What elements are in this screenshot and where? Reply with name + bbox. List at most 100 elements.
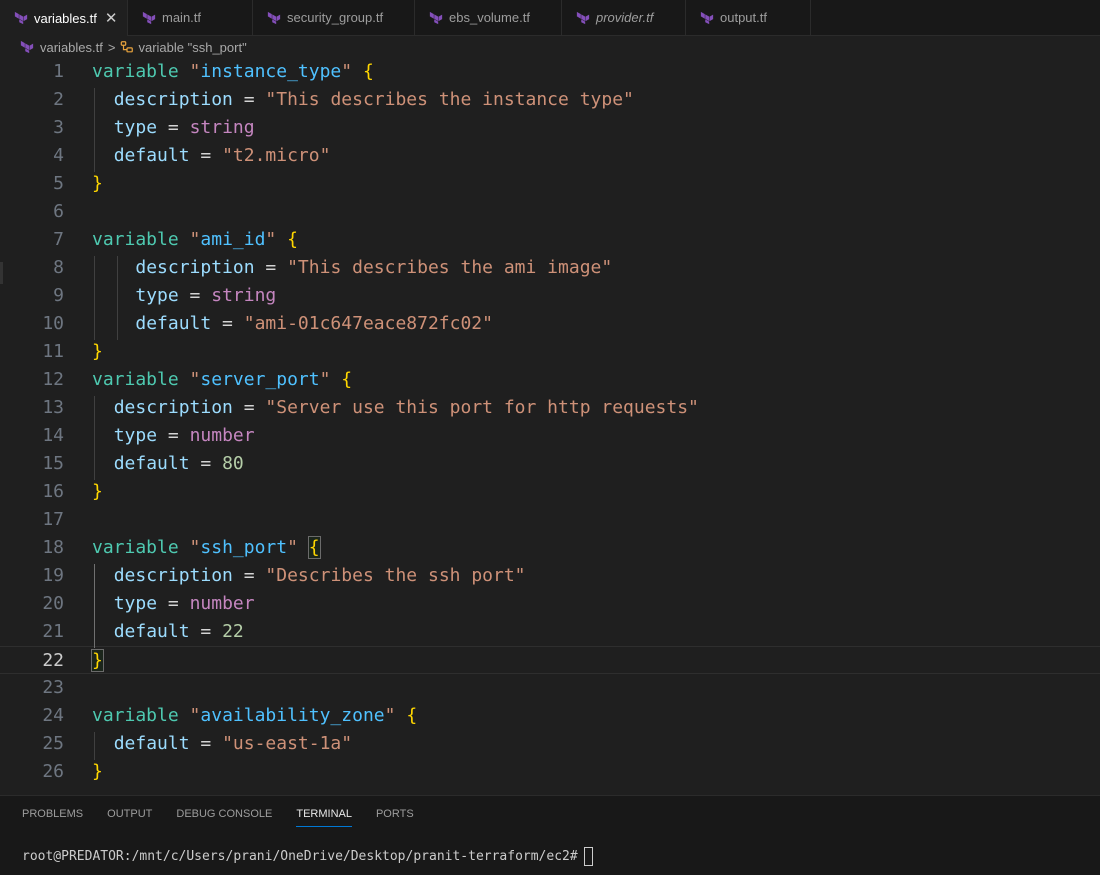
line-number: 7: [53, 229, 64, 250]
tab-ebs-volume-tf[interactable]: ebs_volume.tf: [415, 0, 562, 35]
code-line[interactable]: 26}: [0, 758, 1100, 786]
line-code: default = "us-east-1a": [92, 730, 352, 758]
code-token: number: [189, 593, 255, 614]
breadcrumb-symbol[interactable]: variable "ssh_port": [138, 40, 246, 55]
code-line[interactable]: 9 type = string: [0, 282, 1100, 310]
line-code: default = 22: [92, 618, 244, 646]
line-code: default = "ami-01c647eace872fc02": [92, 310, 493, 338]
code-token: 22: [222, 621, 244, 642]
code-token: string: [211, 285, 277, 306]
code-token: type: [113, 425, 158, 446]
panel-tab-debug-console[interactable]: DEBUG CONSOLE: [176, 808, 272, 827]
code-token: =: [189, 733, 223, 754]
line-number: 24: [42, 705, 64, 726]
code-line[interactable]: 10 default = "ami-01c647eace872fc02": [0, 310, 1100, 338]
code-token: =: [157, 425, 190, 446]
code-token: default: [113, 621, 190, 642]
code-token: instance_type: [200, 61, 342, 82]
code-token: ssh_port: [200, 537, 288, 558]
code-token: variable: [92, 537, 179, 558]
code-token: "This describes the instance type": [265, 89, 634, 110]
code-line[interactable]: 20 type = number: [0, 590, 1100, 618]
code-line[interactable]: 3 type = string: [0, 114, 1100, 142]
code-line[interactable]: 5}: [0, 170, 1100, 198]
code-line[interactable]: 6: [0, 198, 1100, 226]
code-token: type: [113, 117, 158, 138]
line-code: }: [92, 338, 103, 366]
line-number: 23: [42, 677, 64, 698]
code-line[interactable]: 12 variable "server_port" {: [0, 366, 1100, 394]
breadcrumb: variables.tf > variable "ssh_port": [0, 36, 1100, 58]
terraform-file-icon: [429, 11, 443, 24]
code-line[interactable]: 24 variable "availability_zone" {: [0, 702, 1100, 730]
line-code: default = "t2.micro": [92, 142, 331, 170]
code-line[interactable]: 17: [0, 506, 1100, 534]
code-line[interactable]: 8 description = "This describes the ami …: [0, 254, 1100, 282]
code-line[interactable]: 16}: [0, 478, 1100, 506]
tab-label: output.tf: [720, 10, 767, 25]
line-number: 8: [53, 257, 64, 278]
panel-tab-problems[interactable]: PROBLEMS: [22, 808, 83, 827]
code-line[interactable]: 22}: [0, 646, 1100, 674]
code-token: =: [232, 89, 266, 110]
panel-tab-output[interactable]: OUTPUT: [107, 808, 152, 827]
code-token: ": [265, 229, 277, 250]
code-token: variable: [92, 61, 179, 82]
indent-guide: [94, 88, 95, 172]
terraform-file-icon: [700, 11, 714, 24]
code-line[interactable]: 2 description = "This describes the inst…: [0, 86, 1100, 114]
line-code: }: [92, 478, 103, 506]
code-token: variable: [92, 229, 179, 250]
editor-tab-bar: variables.tf ✕ main.tf security_group.tf…: [0, 0, 1100, 36]
code-line[interactable]: 25 default = "us-east-1a": [0, 730, 1100, 758]
tab-security-group-tf[interactable]: security_group.tf: [253, 0, 415, 35]
line-code: type = number: [92, 422, 255, 450]
code-line[interactable]: 4 default = "t2.micro": [0, 142, 1100, 170]
close-icon[interactable]: ✕: [105, 9, 118, 27]
code-token: "t2.micro": [222, 145, 331, 166]
code-token: =: [232, 565, 266, 586]
panel-tab-terminal[interactable]: TERMINAL: [296, 808, 352, 827]
code-editor[interactable]: 1 variable "instance_type" {2 description…: [0, 57, 1100, 795]
code-line[interactable]: 13 description = "Server use this port f…: [0, 394, 1100, 422]
terraform-file-icon: [576, 11, 590, 24]
tab-main-tf[interactable]: main.tf: [128, 0, 253, 35]
breadcrumb-file[interactable]: variables.tf: [40, 40, 103, 55]
line-number: 21: [42, 621, 64, 642]
code-line[interactable]: 18 variable "ssh_port" {: [0, 534, 1100, 562]
code-token: }: [92, 761, 103, 782]
tab-variables-tf[interactable]: variables.tf ✕: [0, 0, 128, 36]
code-token: ": [189, 61, 201, 82]
code-line[interactable]: 14 type = number: [0, 422, 1100, 450]
code-token: {: [362, 61, 374, 82]
tab-output-tf[interactable]: output.tf: [686, 0, 811, 35]
line-number: 2: [53, 89, 64, 110]
tab-label: ebs_volume.tf: [449, 10, 530, 25]
code-line[interactable]: 1 variable "instance_type" {: [0, 58, 1100, 86]
code-token: description: [113, 397, 233, 418]
terminal[interactable]: root@PREDATOR:/mnt/c/Users/prani/OneDriv…: [22, 847, 593, 866]
code-token: "us-east-1a": [222, 733, 353, 754]
code-line[interactable]: 19 description = "Describes the ssh port…: [0, 562, 1100, 590]
code-token: variable: [92, 369, 179, 390]
code-line[interactable]: 7 variable "ami_id" {: [0, 226, 1100, 254]
panel-tab-ports[interactable]: PORTS: [376, 808, 414, 827]
line-code: type = string: [92, 282, 276, 310]
code-line[interactable]: 15 default = 80: [0, 450, 1100, 478]
code-line[interactable]: 11}: [0, 338, 1100, 366]
tab-provider-tf[interactable]: provider.tf: [562, 0, 686, 35]
code-token: description: [113, 565, 233, 586]
line-number: 10: [42, 313, 64, 334]
code-line[interactable]: 21 default = 22: [0, 618, 1100, 646]
code-line[interactable]: 23: [0, 674, 1100, 702]
